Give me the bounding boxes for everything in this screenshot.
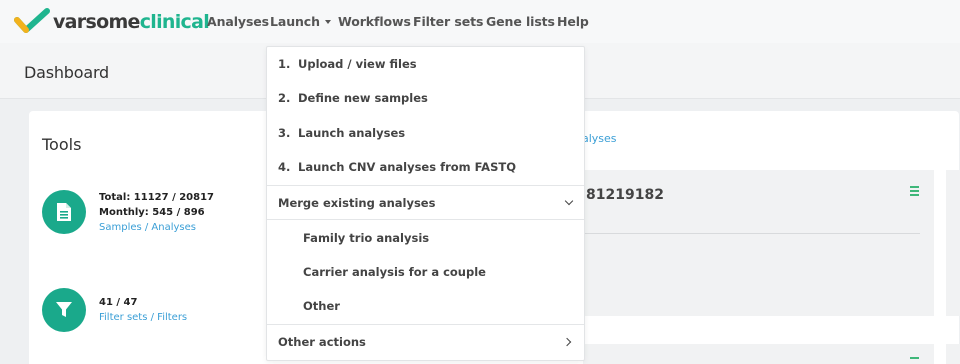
menu-item-launch-cnv[interactable]: 4. Launch CNV analyses from FASTQ	[267, 150, 584, 184]
samples-monthly: Monthly: 545 / 896	[99, 207, 205, 218]
step-number: 2.	[278, 91, 291, 105]
samples-total: Total: 11127 / 20817	[99, 192, 214, 203]
filter-icon	[42, 288, 86, 332]
page-title: Dashboard	[24, 63, 110, 82]
samples-analyses-link[interactable]: Samples / Analyses	[99, 220, 214, 235]
menu-item-label: Merge existing analyses	[278, 196, 436, 210]
filter-sets-stats: 41 / 47 Filter sets / Filters	[99, 295, 187, 325]
menu-item-upload-files[interactable]: 1. Upload / view files	[267, 47, 584, 81]
hamburger-menu-icon-2[interactable]	[910, 357, 919, 359]
side-panel-edge	[946, 170, 960, 316]
chevron-down-icon	[564, 196, 574, 206]
filter-sets-link[interactable]: Filter sets / Filters	[99, 310, 187, 325]
launch-dropdown-menu: 1. Upload / view files 2. Define new sampl…	[266, 46, 585, 361]
menu-item-launch-analyses[interactable]: 3. Launch analyses	[267, 116, 584, 150]
top-navbar: varsomeclinical Analyses Launch Workflow…	[0, 0, 960, 43]
brand-logo[interactable]: varsomeclinical	[14, 7, 210, 35]
filter-sets-count: 41 / 47	[99, 297, 138, 308]
menu-item-other[interactable]: Other	[267, 289, 584, 323]
analysis-id: 81219182	[586, 187, 664, 203]
nav-launch-label: Launch	[270, 14, 320, 29]
nav-filter-sets[interactable]: Filter sets	[413, 14, 483, 29]
analysis-panel-2	[583, 344, 934, 364]
nav-workflows[interactable]: Workflows	[338, 14, 411, 29]
step-number: 4.	[278, 160, 291, 174]
menu-item-merge-analyses[interactable]: Merge existing analyses	[267, 186, 584, 220]
menu-divider	[267, 219, 584, 220]
menu-item-label: Launch CNV analyses from FASTQ	[298, 160, 516, 174]
nav-launch[interactable]: Launch	[270, 14, 331, 29]
menu-item-label: Other actions	[278, 335, 366, 349]
caret-down-icon	[324, 20, 331, 24]
menu-item-carrier-couple[interactable]: Carrier analysis for a couple	[267, 255, 584, 289]
step-number: 3.	[278, 126, 291, 140]
analyses-link[interactable]: alyses	[582, 132, 617, 145]
menu-item-label: Define new samples	[298, 91, 428, 105]
menu-item-other-actions[interactable]: Other actions	[267, 325, 584, 359]
step-number: 1.	[278, 57, 291, 71]
tools-title: Tools	[42, 135, 82, 154]
document-icon	[42, 190, 86, 234]
checkmark-logo-icon	[14, 8, 50, 33]
chevron-right-icon	[562, 337, 572, 347]
nav-analyses[interactable]: Analyses	[207, 14, 269, 29]
menu-item-label: Launch analyses	[298, 126, 406, 140]
brand-wordmark: varsomeclinical	[53, 11, 210, 33]
panel-divider	[584, 233, 920, 234]
menu-item-label: Upload / view files	[298, 57, 417, 71]
side-panel-edge-2	[946, 344, 960, 364]
nav-help[interactable]: Help	[557, 14, 589, 29]
menu-item-family-trio[interactable]: Family trio analysis	[267, 221, 584, 255]
menu-item-define-samples[interactable]: 2. Define new samples	[267, 81, 584, 115]
nav-gene-lists[interactable]: Gene lists	[486, 14, 555, 29]
samples-stats: Total: 11127 / 20817 Monthly: 545 / 896 …	[99, 190, 214, 235]
hamburger-menu-icon[interactable]	[910, 186, 919, 198]
